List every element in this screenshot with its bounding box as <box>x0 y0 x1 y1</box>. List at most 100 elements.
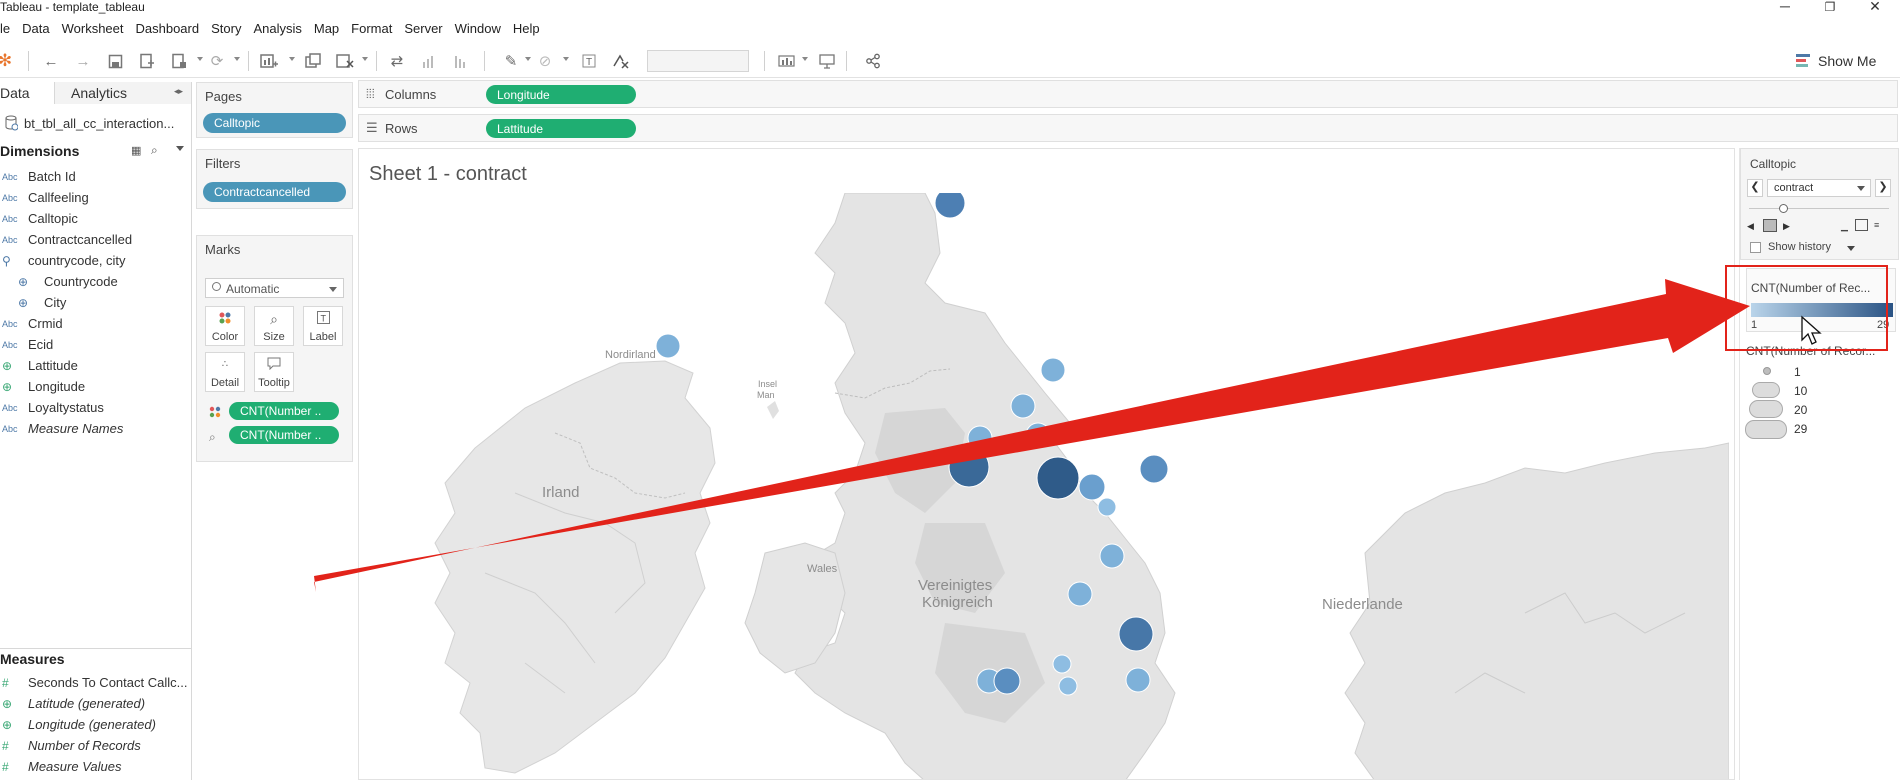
next-page-button[interactable]: ❯ <box>1875 179 1891 197</box>
menu-map[interactable]: Map <box>308 19 345 41</box>
show-mark-labels-icon[interactable]: T <box>578 50 600 72</box>
share-icon[interactable] <box>862 50 884 72</box>
mark-circle[interactable] <box>1078 473 1106 501</box>
marks-pill-color[interactable]: CNT(Number .. <box>229 402 339 420</box>
pause-updates-icon[interactable] <box>168 50 190 72</box>
mark-circle[interactable] <box>1099 543 1125 569</box>
forward-icon[interactable]: → <box>72 50 94 72</box>
mark-circle[interactable] <box>1025 422 1051 448</box>
field-loyaltystatus[interactable]: Abc Loyaltystatus <box>0 397 190 418</box>
filters-pill-contractcancelled[interactable]: Contractcancelled <box>203 182 346 202</box>
playback-back-icon[interactable]: ◀ <box>1747 221 1754 232</box>
tab-analytics[interactable]: Analytics ◂▸ <box>55 82 191 104</box>
show-history-checkbox[interactable] <box>1750 242 1761 253</box>
new-worksheet-icon[interactable] <box>258 50 280 72</box>
size-legend[interactable]: CNT(Number of Recor... 1 10 20 29 <box>1740 344 1899 464</box>
field-longitude-generated[interactable]: ⊕ Longitude (generated) <box>0 714 190 735</box>
sort-descending-icon[interactable] <box>450 50 472 72</box>
fit-dropdown[interactable] <box>647 50 749 72</box>
mark-circle[interactable] <box>993 667 1021 695</box>
mark-circle[interactable] <box>1067 581 1093 607</box>
mark-circle[interactable] <box>1097 497 1117 517</box>
collapse-icon[interactable]: ◂▸ <box>174 86 183 97</box>
tooltip-button[interactable]: Tooltip <box>254 352 294 392</box>
mark-circle[interactable] <box>1118 616 1154 652</box>
menu-file[interactable]: le <box>0 19 16 41</box>
field-calltopic[interactable]: Abc Calltopic <box>0 208 190 229</box>
field-contractcancelled[interactable]: Abc Contractcancelled <box>0 229 190 250</box>
show-history-dropdown-icon[interactable] <box>1847 246 1855 251</box>
mark-circle[interactable] <box>1010 393 1036 419</box>
playback-forward-icon[interactable]: ▶ <box>1783 221 1790 232</box>
pages-pill-calltopic[interactable]: Calltopic <box>203 113 346 133</box>
duplicate-sheet-icon[interactable] <box>302 50 324 72</box>
save-icon[interactable] <box>104 50 126 72</box>
columns-shelf[interactable]: ⦙⦙⦙ Columns Longitude <box>358 80 1898 108</box>
playback-stop-icon[interactable] <box>1763 219 1777 232</box>
mark-type-dropdown[interactable]: Automatic <box>205 278 344 298</box>
refresh-icon[interactable]: ⟳ <box>206 50 228 72</box>
menu-analysis[interactable]: Analysis <box>247 19 307 41</box>
page-slider-thumb[interactable] <box>1779 204 1788 213</box>
menu-window[interactable]: Window <box>449 19 507 41</box>
marks-pill-size[interactable]: CNT(Number .. <box>229 426 339 444</box>
field-city[interactable]: ⊕ City <box>0 292 190 313</box>
back-icon[interactable]: ← <box>40 50 62 72</box>
new-datasource-icon[interactable] <box>136 50 158 72</box>
mark-circle[interactable] <box>1036 456 1080 500</box>
field-measure-names[interactable]: Abc Measure Names <box>0 418 190 439</box>
mark-circle[interactable] <box>948 446 990 488</box>
rows-pill-lattitude[interactable]: Lattitude <box>486 119 636 138</box>
menu-server[interactable]: Server <box>398 19 448 41</box>
mark-circle[interactable] <box>1125 667 1151 693</box>
field-latitude-generated[interactable]: ⊕ Latitude (generated) <box>0 693 190 714</box>
fix-axes-icon[interactable] <box>610 50 632 72</box>
field-seconds-to-contact[interactable]: # Seconds To Contact Callc... <box>0 672 190 693</box>
label-button[interactable]: T Label <box>303 306 343 346</box>
menu-story[interactable]: Story <box>205 19 247 41</box>
tab-data[interactable]: Data <box>0 82 55 104</box>
menu-worksheet[interactable]: Worksheet <box>56 19 130 41</box>
field-hierarchy-countrycode-city[interactable]: ⚲ countrycode, city <box>0 250 190 271</box>
field-lattitude[interactable]: ⊕ Lattitude <box>0 355 190 376</box>
page-selector[interactable]: contract <box>1767 179 1871 197</box>
previous-page-button[interactable]: ❮ <box>1747 179 1763 197</box>
mark-circle[interactable] <box>1058 676 1078 696</box>
dimensions-menu-icon[interactable] <box>176 146 184 151</box>
presentation-mode-bars-icon[interactable] <box>776 50 798 72</box>
highlight-icon[interactable]: ✎ <box>500 50 522 72</box>
speed-fast-icon[interactable]: ≡ <box>1874 220 1879 230</box>
color-button[interactable]: Color <box>205 306 245 346</box>
clear-sheet-icon[interactable] <box>334 50 356 72</box>
map-svg[interactable]: Nordirland Insel Man Irland Wales Verein… <box>365 193 1729 780</box>
speed-slow-icon[interactable]: ▁ <box>1841 221 1848 232</box>
menu-dashboard[interactable]: Dashboard <box>130 19 206 41</box>
restore-button[interactable]: ❐ <box>1810 0 1850 14</box>
speed-medium-icon[interactable] <box>1855 219 1868 231</box>
mark-circle[interactable] <box>934 193 966 219</box>
swap-rows-columns-icon[interactable]: ⇄ <box>386 50 408 72</box>
tableau-logo-icon[interactable]: ✻ <box>0 50 16 72</box>
mark-circle[interactable] <box>967 425 993 451</box>
field-batch-id[interactable]: Abc Batch Id <box>0 166 190 187</box>
group-members-icon[interactable]: ⊘ <box>534 50 556 72</box>
menu-format[interactable]: Format <box>345 19 398 41</box>
columns-pill-longitude[interactable]: Longitude <box>486 85 636 104</box>
page-slider-track[interactable] <box>1749 208 1889 209</box>
map-area[interactable]: Nordirland Insel Man Irland Wales Verein… <box>365 193 1729 780</box>
mark-circle[interactable] <box>1139 454 1169 484</box>
show-me-button[interactable]: Show Me <box>1796 50 1876 72</box>
detail-button[interactable]: ∴ Detail <box>205 352 245 392</box>
field-crmid[interactable]: Abc Crmid <box>0 313 190 334</box>
field-countrycode[interactable]: ⊕ Countrycode <box>0 271 190 292</box>
size-button[interactable]: ⌕ Size <box>254 306 294 346</box>
search-icon[interactable]: ⌕ <box>151 143 158 158</box>
view-data-icon[interactable]: ▦ <box>131 144 141 157</box>
presentation-icon[interactable] <box>816 50 838 72</box>
close-button[interactable]: ✕ <box>1855 0 1895 15</box>
mark-circle[interactable] <box>655 333 681 359</box>
minimize-button[interactable]: ─ <box>1765 0 1805 14</box>
field-callfeeling[interactable]: Abc Callfeeling <box>0 187 190 208</box>
field-ecid[interactable]: Abc Ecid <box>0 334 190 355</box>
datasource-item[interactable]: bt_tbl_all_cc_interaction... <box>4 115 174 131</box>
